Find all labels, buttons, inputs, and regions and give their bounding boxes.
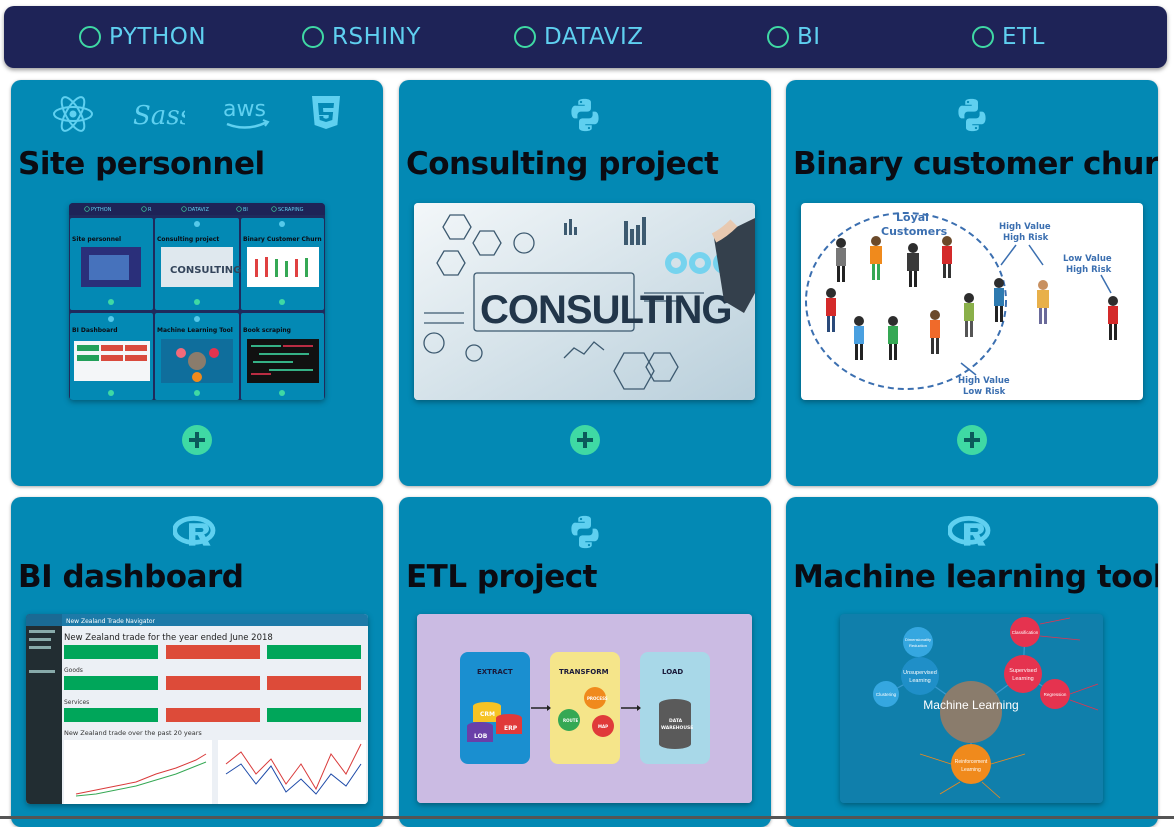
svg-text:ERP: ERP [504, 725, 518, 732]
nav-item-python[interactable]: PYTHON [79, 6, 206, 68]
svg-text:New Zealand trade for the year: New Zealand trade for the year ended Jun… [64, 633, 273, 643]
project-card-etl: ETL project EXTRACT TRANSFORM LOAD CRM E… [399, 497, 771, 827]
svg-text:New Zealand trade over the pas: New Zealand trade over the past 20 years [64, 729, 202, 737]
svg-text:Reinforcement: Reinforcement [955, 759, 988, 765]
nav-item-label: ETL [1002, 24, 1045, 50]
svg-text:CRM: CRM [480, 711, 495, 718]
card-title: Consulting project [406, 146, 719, 182]
svg-text:New Zealand Trade Navigator: New Zealand Trade Navigator [66, 618, 156, 625]
svg-text:ROUTE: ROUTE [563, 718, 578, 723]
card-title: Site personnel [18, 146, 265, 182]
svg-text:Clustering: Clustering [876, 692, 897, 697]
svg-text:CONSULTING: CONSULTING [480, 288, 731, 332]
svg-text:Learning: Learning [1012, 676, 1033, 682]
radio-icon[interactable] [972, 26, 994, 48]
project-thumbnail[interactable]: Loyal Customers High Value High Risk Low… [801, 203, 1143, 400]
python-icon [953, 96, 991, 134]
project-card-customer-churn: Binary customer churn Loyal Customers Hi… [786, 80, 1158, 486]
svg-text:Dimensionality: Dimensionality [905, 637, 931, 642]
react-icon [53, 96, 93, 132]
svg-text:Low Value: Low Value [1063, 254, 1112, 264]
svg-text:LOB: LOB [474, 733, 488, 740]
project-card-consulting: Consulting project CONSULTING [399, 80, 771, 486]
card-title: ETL project [406, 559, 598, 595]
nav-item-dataviz[interactable]: DATAVIZ [514, 6, 644, 68]
r-icon [948, 513, 996, 551]
svg-text:Machine Learning: Machine Learning [923, 698, 1018, 712]
card-title: BI dashboard [18, 559, 244, 595]
svg-text:Learning: Learning [909, 678, 930, 684]
nav-item-label: PYTHON [109, 24, 207, 50]
svg-text:WAREHOUSE: WAREHOUSE [661, 725, 693, 731]
svg-text:High Risk: High Risk [1066, 265, 1112, 275]
radio-icon[interactable] [302, 26, 324, 48]
tech-icons: Sass aws [11, 94, 383, 134]
project-thumbnail[interactable]: EXTRACT TRANSFORM LOAD CRM ERP LOB PROCE… [417, 614, 752, 803]
svg-text:High Value: High Value [999, 222, 1051, 232]
project-card-bi-dashboard: BI dashboard New Zealand Trade Navigator… [11, 497, 383, 827]
svg-text:Classification: Classification [1012, 630, 1039, 635]
svg-text:High Value: High Value [958, 376, 1010, 386]
svg-text:DATA: DATA [669, 718, 683, 724]
expand-plus-button[interactable] [957, 425, 987, 455]
svg-text:PYTHON: PYTHON [91, 207, 112, 213]
svg-text:R: R [148, 207, 152, 213]
expand-plus-button[interactable] [182, 425, 212, 455]
project-card-site-personnel: Sass aws Site personnel PYTHON R DATAVIZ… [11, 80, 383, 486]
project-thumbnail[interactable]: CONSULTING [414, 203, 755, 400]
svg-text:Services: Services [64, 699, 89, 706]
svg-text:Learning: Learning [961, 767, 981, 773]
svg-text:Loyal: Loyal [896, 211, 929, 224]
svg-text:Machine Learning Tool: Machine Learning Tool [157, 327, 233, 334]
svg-text:MAP: MAP [598, 724, 608, 729]
svg-text:Goods: Goods [64, 667, 83, 674]
svg-text:Customers: Customers [881, 225, 948, 238]
python-icon [566, 513, 604, 551]
svg-text:Regression: Regression [1044, 692, 1067, 697]
svg-text:BI: BI [243, 207, 248, 213]
radio-icon[interactable] [79, 26, 101, 48]
nav-item-label: DATAVIZ [544, 24, 644, 50]
svg-text:Unsupervised: Unsupervised [903, 670, 937, 676]
nav-item-label: BI [797, 24, 821, 50]
svg-text:Low Risk: Low Risk [963, 387, 1006, 397]
svg-text:Site personnel: Site personnel [72, 236, 121, 243]
svg-text:BI Dashboard: BI Dashboard [72, 327, 118, 334]
nav-item-rshiny[interactable]: RSHINY [302, 6, 421, 68]
radio-icon[interactable] [514, 26, 536, 48]
svg-text:Binary Customer Churn: Binary Customer Churn [243, 236, 322, 243]
radio-icon[interactable] [767, 26, 789, 48]
css3-icon [312, 96, 340, 129]
svg-text:Book scraping: Book scraping [243, 327, 291, 334]
svg-text:Reduction: Reduction [909, 643, 927, 648]
project-card-machine-learning: Machine learning tool Machine Learning U… [786, 497, 1158, 827]
svg-text:aws: aws [223, 97, 266, 122]
svg-text:SCRAPING: SCRAPING [278, 207, 304, 213]
svg-text:Supervised: Supervised [1009, 668, 1037, 674]
svg-text:Consulting project: Consulting project [157, 236, 219, 243]
card-title: Machine learning tool [793, 559, 1158, 595]
card-title: Binary customer churn [793, 146, 1158, 182]
project-thumbnail[interactable]: Machine Learning Unsupervised Learning S… [840, 614, 1103, 803]
svg-text:CONSULTING: CONSULTING [170, 265, 241, 276]
svg-text:LOAD: LOAD [662, 668, 683, 676]
svg-text:Sass: Sass [133, 101, 185, 131]
top-navbar: PYTHON RSHINY DATAVIZ BI ETL [4, 6, 1167, 68]
r-icon [173, 513, 221, 551]
svg-text:DATAVIZ: DATAVIZ [188, 207, 209, 213]
nav-item-label: RSHINY [332, 24, 421, 50]
nav-item-bi[interactable]: BI [767, 6, 821, 68]
project-thumbnail[interactable]: New Zealand Trade Navigator New Zealand … [26, 614, 368, 804]
svg-text:TRANSFORM: TRANSFORM [559, 668, 609, 676]
svg-text:High Risk: High Risk [1003, 233, 1049, 243]
python-icon [566, 96, 604, 134]
sass-icon: Sass [133, 101, 185, 131]
project-thumbnail[interactable]: PYTHON R DATAVIZ BI SCRAPING Site person… [69, 203, 325, 400]
svg-text:EXTRACT: EXTRACT [477, 668, 513, 676]
nav-item-etl[interactable]: ETL [972, 6, 1045, 68]
svg-text:PROCESS: PROCESS [587, 696, 608, 701]
aws-icon: aws [223, 97, 270, 129]
expand-plus-button[interactable] [570, 425, 600, 455]
